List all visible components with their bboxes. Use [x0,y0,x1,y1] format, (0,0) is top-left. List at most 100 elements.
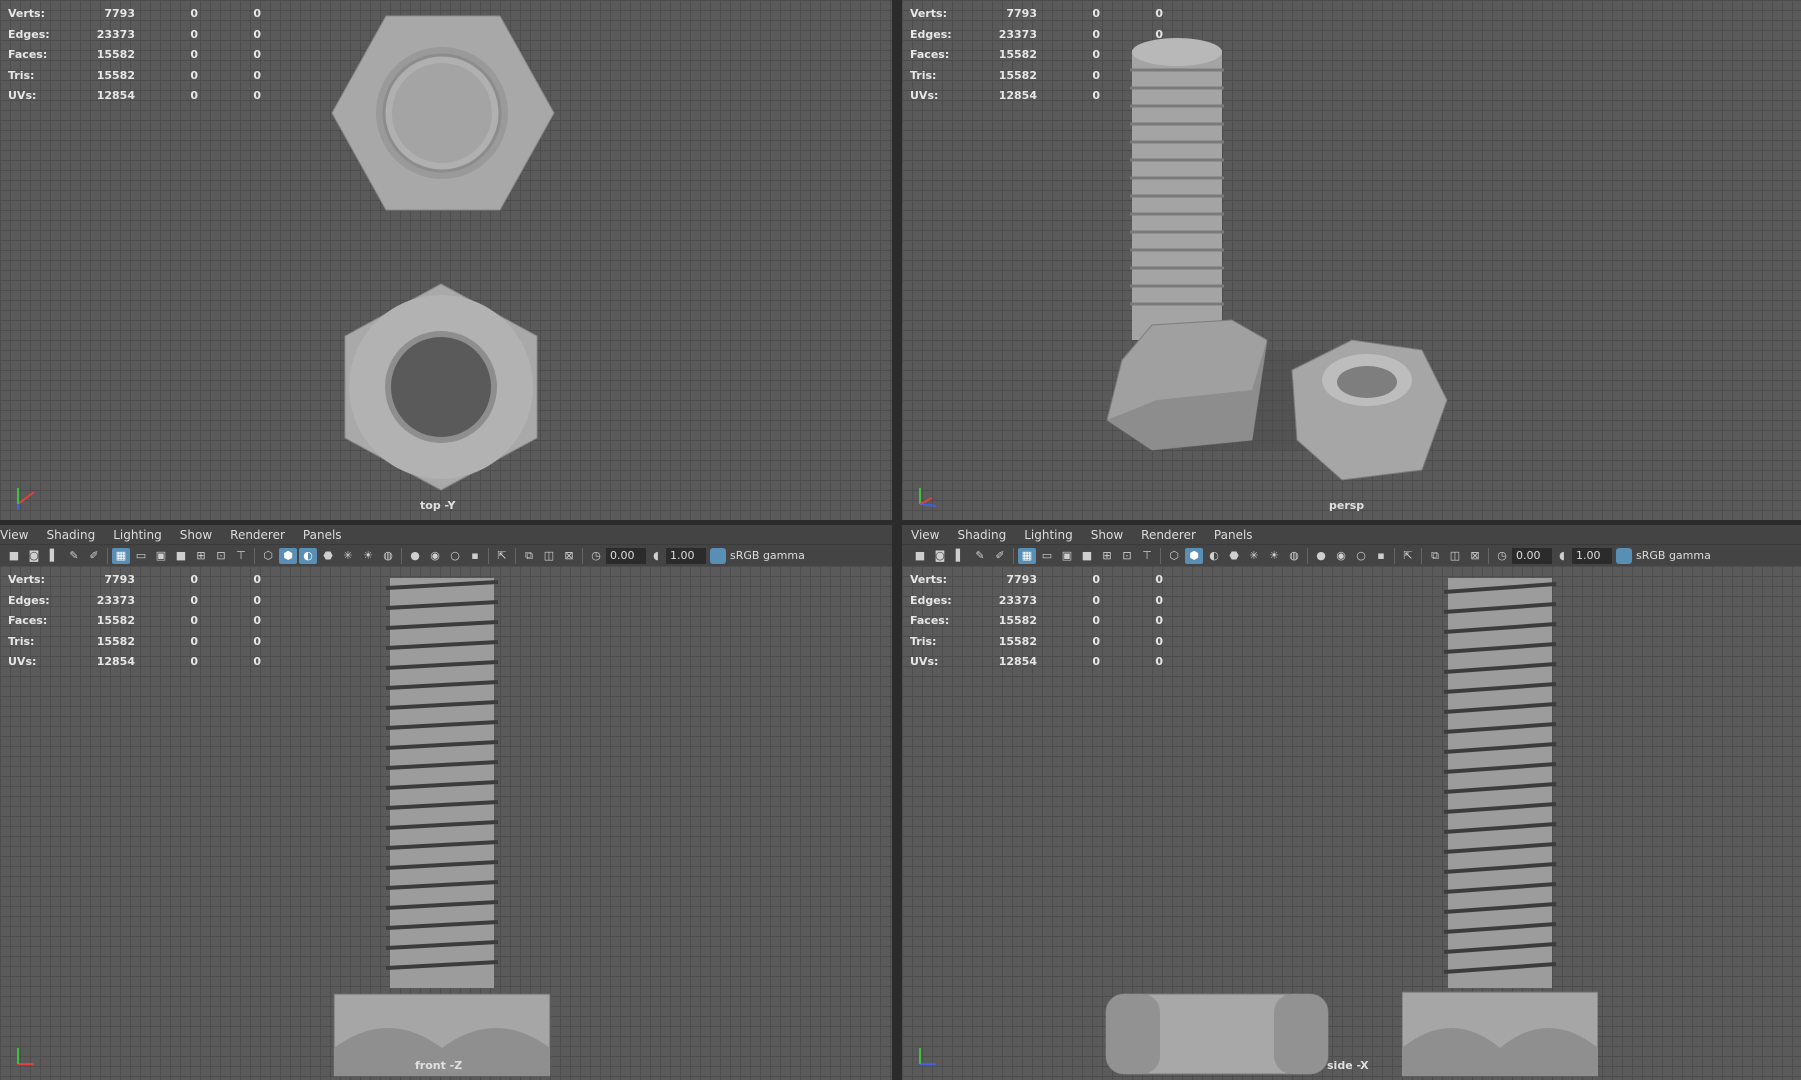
separator [515,547,516,564]
isolate-select-icon[interactable]: ▪ [1372,548,1390,564]
grid-icon[interactable]: ▦ [1018,547,1036,564]
select-tool-icon[interactable]: ⇱ [493,548,511,564]
camera-label: persp [1329,499,1365,512]
image-plane-icon[interactable]: ✎ [971,548,989,564]
axis-gizmo-icon [17,1048,34,1065]
layout-single-icon[interactable]: ⧉ [520,548,538,564]
camera-attributes-icon[interactable]: ◙ [25,548,43,564]
gate-mask-icon[interactable]: ■ [172,548,190,564]
colorspace-label[interactable]: sRGB gamma [730,549,805,562]
bolt-head-top-model[interactable] [330,14,555,212]
grease-pencil-icon[interactable]: ✐ [991,548,1009,564]
viewport-front[interactable]: Verts: 7793 0 0 Edges: 23373 0 0 Faces: 15582 0 0… [0,566,892,1080]
textured-icon[interactable]: ⬣ [319,548,337,564]
separator [582,547,583,564]
poly-count-hud: Verts:779300 Edges:2337300 Faces:1558200… [8,573,261,668]
color-management-icon[interactable] [1616,547,1632,564]
colorspace-label[interactable]: sRGB gamma [1636,549,1711,562]
shaded-wireframe-icon[interactable]: ◐ [299,547,317,564]
gamma-field[interactable]: 1.00 [1572,547,1612,564]
xray-icon[interactable]: ● [1312,548,1330,564]
nut-side-model[interactable] [1104,992,1330,1076]
smooth-shade-icon[interactable]: ⬢ [1185,547,1203,564]
field-chart-icon[interactable]: ⊞ [1098,548,1116,564]
shadows-icon[interactable]: ☀ [1265,548,1283,564]
bolt-and-nut-persp-model[interactable] [1102,30,1462,500]
layout-four-icon[interactable]: ⊠ [1466,548,1484,564]
poly-count-hud: Verts:779300 Edges:2337300 Faces:1558200… [910,573,1163,668]
menu-show[interactable]: Show [171,528,221,542]
bolt-side-model[interactable] [1402,578,1598,1078]
bookmark-icon[interactable]: ▌ [45,548,63,564]
menu-shading[interactable]: Shading [37,528,104,542]
xray-icon[interactable]: ● [406,548,424,564]
exposure-icon[interactable]: ◷ [587,548,605,564]
shadows-icon[interactable]: ☀ [359,548,377,564]
exposure-icon[interactable]: ◷ [1493,548,1511,564]
image-plane-icon[interactable]: ✎ [65,548,83,564]
layout-two-icon[interactable]: ◫ [1446,548,1464,564]
gamma-icon[interactable]: ◖ [647,548,665,564]
safe-title-icon[interactable]: ⊤ [1138,548,1156,564]
safe-title-icon[interactable]: ⊤ [232,548,250,564]
viewport-top[interactable]: Verts: 7793 0 0 Edges: 23373 0 0 Faces: 15582 0 0… [0,0,892,520]
bolt-front-model[interactable] [328,578,556,1078]
poly-count-hud: Verts:779300 Edges:2337300 Faces:1558200… [8,7,261,102]
xray-components-icon[interactable]: ○ [1352,548,1370,564]
resolution-gate-icon[interactable]: ▣ [1058,548,1076,564]
safe-action-icon[interactable]: ⊡ [1118,548,1136,564]
lights-icon[interactable]: ✳ [1245,548,1263,564]
separator [401,547,402,564]
viewport-toolbar-front: ■ ◙ ▌ ✎ ✐ ▦ ▭ ▣ ■ ⊞ ⊡ ⊤ ⬡ ⬢ ◐ ⬣ ✳ ☀ ◍ ● … [0,544,892,566]
film-gate-icon[interactable]: ▭ [132,548,150,564]
ambient-occlusion-icon[interactable]: ◍ [1285,548,1303,564]
separator [1307,547,1308,564]
exposure-field[interactable]: 0.00 [1512,547,1552,564]
menu-lighting[interactable]: Lighting [1015,528,1082,542]
menu-renderer[interactable]: Renderer [1132,528,1205,542]
menu-show[interactable]: Show [1082,528,1132,542]
separator [1488,547,1489,564]
wireframe-icon[interactable]: ⬡ [259,548,277,564]
xray-components-icon[interactable]: ○ [446,548,464,564]
gamma-field[interactable]: 1.00 [666,547,706,564]
menu-lighting[interactable]: Lighting [104,528,171,542]
resolution-gate-icon[interactable]: ▣ [152,548,170,564]
camera-attributes-icon[interactable]: ◙ [931,548,949,564]
ambient-occlusion-icon[interactable]: ◍ [379,548,397,564]
textured-icon[interactable]: ⬣ [1225,548,1243,564]
isolate-select-icon[interactable]: ▪ [466,548,484,564]
menu-panels[interactable]: Panels [1205,528,1262,542]
exposure-field[interactable]: 0.00 [606,547,646,564]
grid-icon[interactable]: ▦ [112,547,130,564]
layout-four-icon[interactable]: ⊠ [560,548,578,564]
camera-icon[interactable]: ■ [5,548,23,564]
gamma-icon[interactable]: ◖ [1553,548,1571,564]
xray-joints-icon[interactable]: ◉ [426,548,444,564]
menu-panels[interactable]: Panels [294,528,351,542]
viewport-persp[interactable]: Verts:779300 Edges:2337300 Faces:1558200… [902,0,1801,520]
bookmark-icon[interactable]: ▌ [951,548,969,564]
menu-renderer[interactable]: Renderer [221,528,294,542]
shaded-wireframe-icon[interactable]: ◐ [1205,548,1223,564]
wireframe-icon[interactable]: ⬡ [1165,548,1183,564]
layout-single-icon[interactable]: ⧉ [1426,548,1444,564]
camera-icon[interactable]: ■ [911,548,929,564]
film-gate-icon[interactable]: ▭ [1038,548,1056,564]
menu-view[interactable]: View [902,528,948,542]
select-tool-icon[interactable]: ⇱ [1399,548,1417,564]
menu-view[interactable]: View [0,528,37,542]
viewport-side[interactable]: Verts: 7793 0 0 Edges: 23373 0 0 Faces: 15582 0 0… [902,566,1801,1080]
xray-joints-icon[interactable]: ◉ [1332,548,1350,564]
viewport-divider-vertical[interactable] [892,0,902,1080]
safe-action-icon[interactable]: ⊡ [212,548,230,564]
grease-pencil-icon[interactable]: ✐ [85,548,103,564]
layout-two-icon[interactable]: ◫ [540,548,558,564]
smooth-shade-icon[interactable]: ⬢ [279,547,297,564]
menu-shading[interactable]: Shading [948,528,1015,542]
color-management-icon[interactable] [710,547,726,564]
gate-mask-icon[interactable]: ■ [1078,548,1096,564]
nut-top-model[interactable] [343,282,540,492]
lights-icon[interactable]: ✳ [339,548,357,564]
field-chart-icon[interactable]: ⊞ [192,548,210,564]
